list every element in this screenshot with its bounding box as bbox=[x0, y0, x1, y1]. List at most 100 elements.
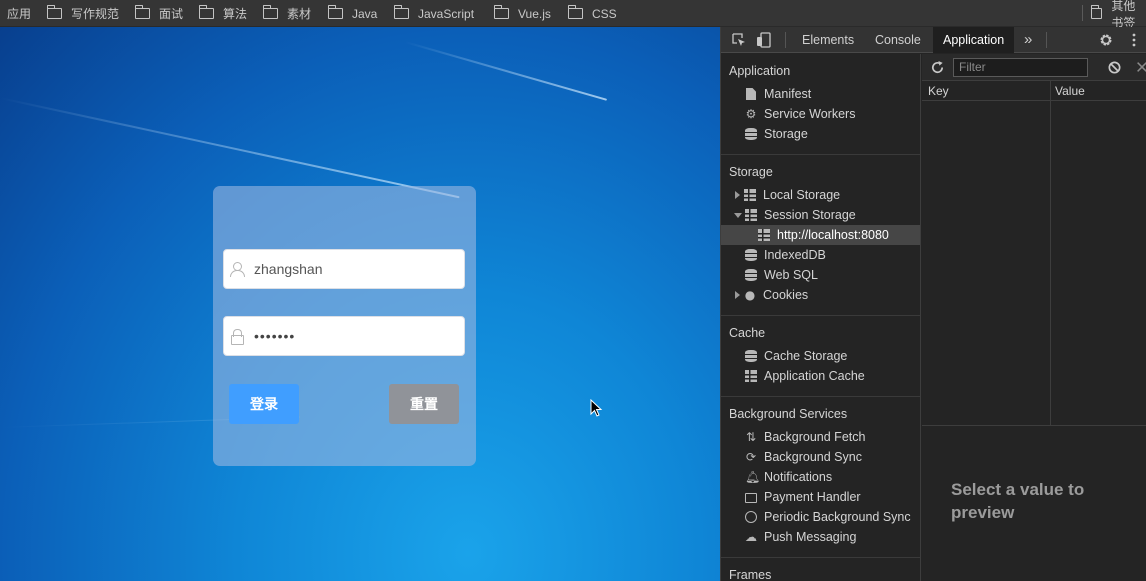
kebab-menu-icon[interactable] bbox=[1126, 32, 1142, 48]
background-streak bbox=[404, 41, 608, 101]
filter-input[interactable]: Filter bbox=[953, 58, 1088, 77]
toolbar-divider bbox=[785, 32, 786, 48]
section-separator bbox=[721, 557, 920, 558]
bookmark-other-folder[interactable]: 其他书签 bbox=[1090, 0, 1146, 30]
bookmark-folder-writing[interactable]: 写作规范 bbox=[46, 0, 119, 27]
delete-selected-icon[interactable] bbox=[1135, 60, 1146, 74]
bell-icon: 🔔︎ bbox=[745, 470, 761, 484]
section-title-storage: Storage bbox=[729, 165, 773, 179]
folder-icon bbox=[134, 5, 150, 19]
page-viewport: zhangshan ••••••• 登录 重置 bbox=[0, 27, 720, 581]
sidebar-item-web-sql[interactable]: Web SQL bbox=[745, 265, 818, 285]
preview-splitter[interactable] bbox=[922, 425, 1146, 426]
sidebar-item-label: Periodic Background Sync bbox=[764, 510, 911, 524]
bookmark-folder-interview[interactable]: 面试 bbox=[134, 0, 184, 27]
sidebar-item-background-sync[interactable]: ⟳ Background Sync bbox=[745, 447, 862, 467]
database-icon bbox=[745, 128, 757, 140]
username-value: zhangshan bbox=[254, 261, 323, 277]
user-icon bbox=[230, 262, 245, 277]
value-preview-placeholder: Select a value to preview bbox=[951, 480, 1085, 522]
application-sidebar: Application Manifest ⚙ Service Workers St… bbox=[721, 54, 921, 581]
folder-icon bbox=[567, 5, 583, 19]
bookmark-folder-java[interactable]: Java bbox=[327, 0, 378, 27]
folder-icon bbox=[198, 5, 214, 19]
cookie-icon: ● bbox=[744, 288, 756, 302]
device-toolbar-icon[interactable] bbox=[756, 32, 772, 48]
sidebar-item-indexeddb[interactable]: IndexedDB bbox=[745, 245, 826, 265]
sidebar-item-label: Service Workers bbox=[764, 107, 856, 121]
database-icon bbox=[745, 249, 757, 261]
folder-icon bbox=[327, 5, 343, 19]
bookmark-folder-material[interactable]: 素材 bbox=[262, 0, 312, 27]
settings-gear-icon[interactable] bbox=[1098, 32, 1114, 48]
sidebar-item-label: http://localhost:8080 bbox=[777, 228, 889, 242]
tab-elements[interactable]: Elements bbox=[802, 27, 854, 53]
sidebar-item-label: Application Cache bbox=[764, 369, 865, 383]
lock-icon bbox=[230, 329, 244, 345]
sidebar-item-storage[interactable]: Storage bbox=[745, 124, 808, 144]
gear-icon: ⚙ bbox=[745, 107, 757, 121]
column-divider bbox=[1050, 81, 1051, 425]
sidebar-item-label: Session Storage bbox=[764, 208, 856, 222]
sidebar-item-label: Web SQL bbox=[764, 268, 818, 282]
sidebar-item-label: Notifications bbox=[764, 470, 833, 484]
sidebar-item-label: Manifest bbox=[764, 87, 812, 101]
sidebar-item-label: Push Messaging bbox=[764, 530, 857, 544]
table-grid-icon bbox=[745, 209, 757, 221]
sidebar-item-label: Background Fetch bbox=[764, 430, 866, 444]
bookmark-label: 应用 bbox=[7, 7, 32, 21]
mouse-cursor-icon bbox=[590, 399, 603, 417]
column-header-value[interactable]: Value bbox=[1055, 84, 1085, 98]
sidebar-item-session-origin[interactable]: http://localhost:8080 bbox=[721, 225, 920, 245]
section-title-frames[interactable]: Frames bbox=[729, 568, 771, 581]
sidebar-item-label: IndexedDB bbox=[764, 248, 826, 262]
expand-arrow-icon[interactable] bbox=[735, 191, 740, 199]
clear-all-icon[interactable] bbox=[1107, 60, 1122, 75]
bookmark-label: Java bbox=[352, 6, 378, 21]
bookmark-label: 素材 bbox=[287, 7, 312, 21]
column-header-key[interactable]: Key bbox=[928, 84, 949, 98]
login-button[interactable]: 登录 bbox=[229, 384, 299, 424]
sidebar-item-label: Storage bbox=[764, 127, 808, 141]
table-grid-icon bbox=[758, 229, 770, 241]
sidebar-item-notifications[interactable]: 🔔︎ Notifications bbox=[745, 467, 832, 487]
bookmark-folder-css[interactable]: CSS bbox=[567, 0, 617, 27]
refresh-icon[interactable] bbox=[930, 60, 945, 75]
bookmark-folder-algorithm[interactable]: 算法 bbox=[198, 0, 247, 27]
sidebar-item-application-cache[interactable]: Application Cache bbox=[745, 366, 865, 386]
sidebar-item-session-storage[interactable]: Session Storage bbox=[734, 205, 856, 225]
bookmark-label: CSS bbox=[592, 6, 617, 21]
devtools-toolbar: Elements Console Application » bbox=[721, 27, 1146, 53]
bookmark-folder-javascript[interactable]: JavaScript bbox=[393, 0, 474, 27]
sidebar-item-label: Local Storage bbox=[763, 188, 841, 202]
bookmark-folder-vuejs[interactable]: Vue.js bbox=[493, 0, 551, 27]
login-card: zhangshan ••••••• 登录 重置 bbox=[213, 186, 476, 466]
bookmark-label: 面试 bbox=[159, 7, 184, 21]
folder-icon bbox=[493, 5, 509, 19]
clock-icon bbox=[745, 511, 757, 523]
expand-arrow-icon[interactable] bbox=[735, 291, 740, 299]
inspect-element-icon[interactable] bbox=[731, 32, 747, 48]
sidebar-item-background-fetch[interactable]: ⇅ Background Fetch bbox=[745, 427, 865, 447]
sidebar-item-cache-storage[interactable]: Cache Storage bbox=[745, 346, 847, 366]
sidebar-item-cookies[interactable]: ● Cookies bbox=[735, 285, 808, 305]
sidebar-item-label: Cache Storage bbox=[764, 349, 848, 363]
collapse-arrow-icon[interactable] bbox=[734, 212, 742, 218]
more-tabs-button[interactable]: » bbox=[1024, 27, 1032, 53]
sidebar-item-periodic-background-sync[interactable]: Periodic Background Sync bbox=[745, 507, 911, 527]
username-field[interactable]: zhangshan bbox=[223, 249, 465, 289]
sidebar-item-label: Cookies bbox=[763, 288, 809, 302]
section-separator bbox=[721, 154, 920, 155]
sidebar-item-local-storage[interactable]: Local Storage bbox=[735, 185, 840, 205]
sidebar-item-manifest[interactable]: Manifest bbox=[745, 84, 811, 104]
tab-console[interactable]: Console bbox=[875, 27, 921, 53]
credit-card-icon bbox=[745, 492, 757, 503]
sidebar-item-label: Payment Handler bbox=[764, 490, 861, 504]
sidebar-item-payment-handler[interactable]: Payment Handler bbox=[745, 487, 861, 507]
reset-button[interactable]: 重置 bbox=[389, 384, 459, 424]
sidebar-item-push-messaging[interactable]: ☁ Push Messaging bbox=[745, 527, 856, 547]
bookmark-apps[interactable]: 应用 bbox=[7, 0, 31, 27]
tab-application[interactable]: Application bbox=[933, 27, 1015, 53]
sidebar-item-service-workers[interactable]: ⚙ Service Workers bbox=[745, 104, 856, 124]
password-field[interactable]: ••••••• bbox=[223, 316, 465, 356]
